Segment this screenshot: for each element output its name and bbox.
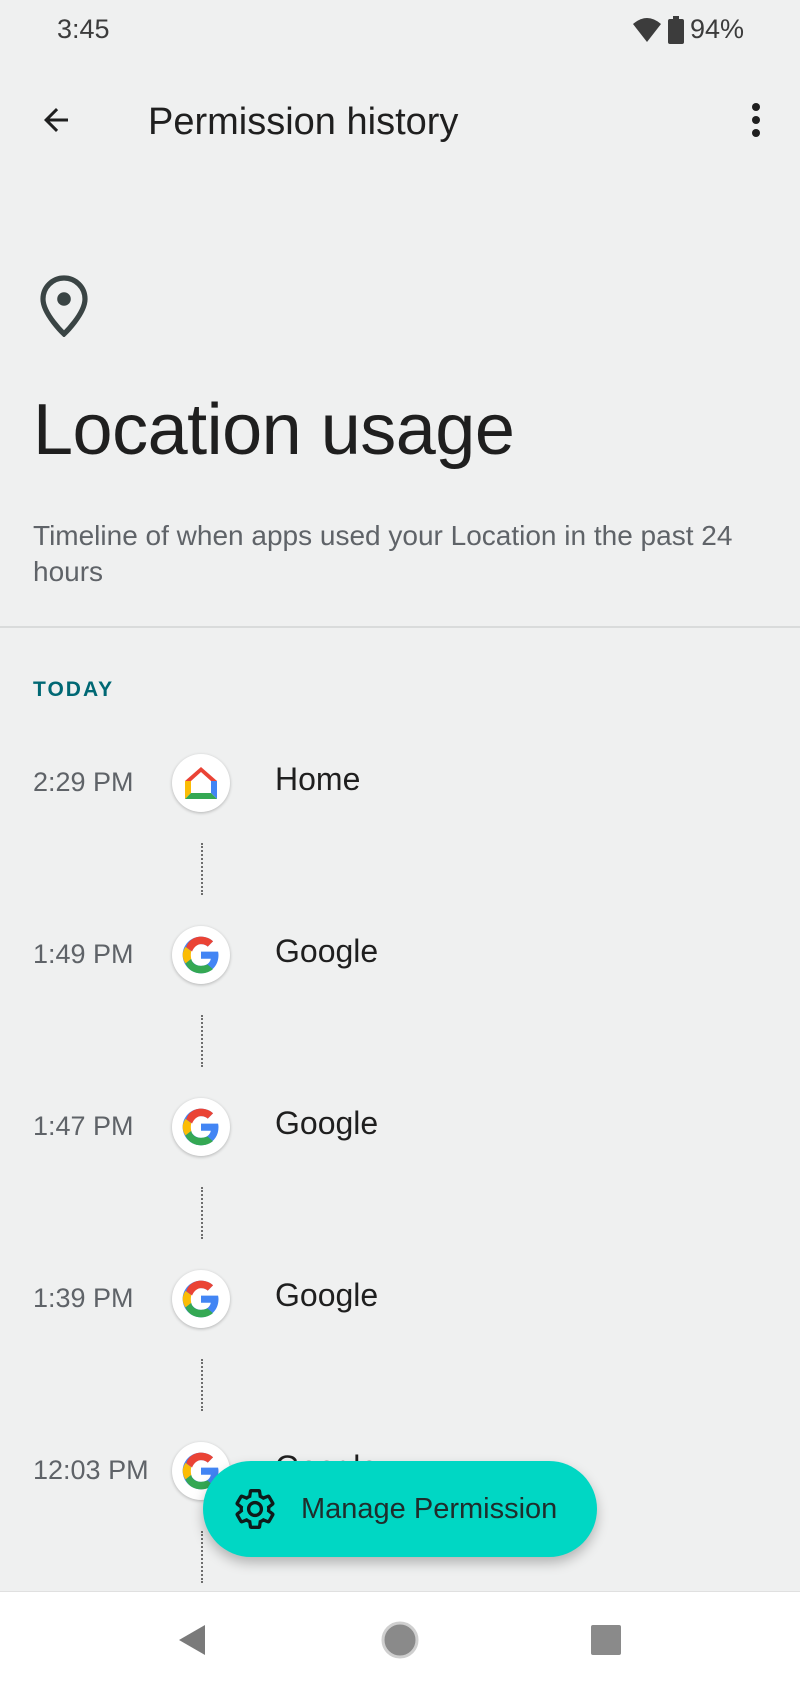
google-icon (172, 1098, 230, 1156)
timeline-entry[interactable]: 1:47 PM Google (0, 1094, 800, 1164)
battery-icon (667, 15, 684, 44)
entry-app-name: Google (275, 1277, 379, 1313)
location-pin-icon (40, 275, 88, 342)
status-icons: 94% (632, 14, 744, 45)
entry-time: 1:39 PM (33, 1283, 134, 1313)
system-nav-bar (0, 1591, 800, 1689)
status-time: 3:45 (57, 14, 110, 44)
recents-square-icon (590, 1624, 622, 1661)
wifi-icon (632, 17, 662, 43)
section-title: Location usage (33, 390, 515, 470)
timeline-entry[interactable]: 2:29 PM Home (0, 750, 800, 820)
entry-time: 1:47 PM (33, 1111, 134, 1141)
arrow-back-icon (38, 102, 74, 143)
entry-app-name: Google (275, 1105, 379, 1141)
section-subtitle: Timeline of when apps used your Location… (33, 520, 733, 587)
timeline-connector (201, 1531, 203, 1583)
nav-recents-button[interactable] (580, 1616, 632, 1668)
more-options-button[interactable] (730, 96, 782, 148)
entry-time: 2:29 PM (33, 767, 134, 797)
timeline-section-label: TODAY (33, 678, 115, 701)
app-bar: Permission history (0, 80, 800, 160)
entry-app-name: Google (275, 933, 379, 969)
timeline-entry[interactable]: 1:49 PM Google (0, 922, 800, 992)
more-vert-icon (750, 102, 762, 143)
timeline-connector (201, 1015, 203, 1067)
google-icon (172, 1270, 230, 1328)
battery-percent: 94% (689, 14, 744, 44)
home-circle-icon (380, 1620, 420, 1665)
timeline-connector (201, 1187, 203, 1239)
timeline-entry[interactable]: 1:39 PM Google (0, 1266, 800, 1336)
entry-time: 12:03 PM (33, 1455, 149, 1485)
status-bar: 3:45 94% (0, 0, 800, 64)
google-icon (172, 926, 230, 984)
entry-app-name: Home (275, 761, 361, 797)
google-home-icon (172, 754, 230, 812)
back-triangle-icon (175, 1623, 209, 1662)
manage-permission-button[interactable]: Manage Permission (203, 1461, 597, 1557)
nav-home-button[interactable] (374, 1616, 426, 1668)
manage-permission-label: Manage Permission (301, 1492, 558, 1525)
page-title: Permission history (148, 101, 459, 143)
nav-back-button[interactable] (166, 1616, 218, 1668)
timeline-connector (201, 1359, 203, 1411)
divider (0, 626, 800, 628)
entry-time: 1:49 PM (33, 939, 134, 969)
timeline-connector (201, 843, 203, 895)
back-button[interactable] (30, 96, 82, 148)
gear-icon (231, 1485, 279, 1533)
